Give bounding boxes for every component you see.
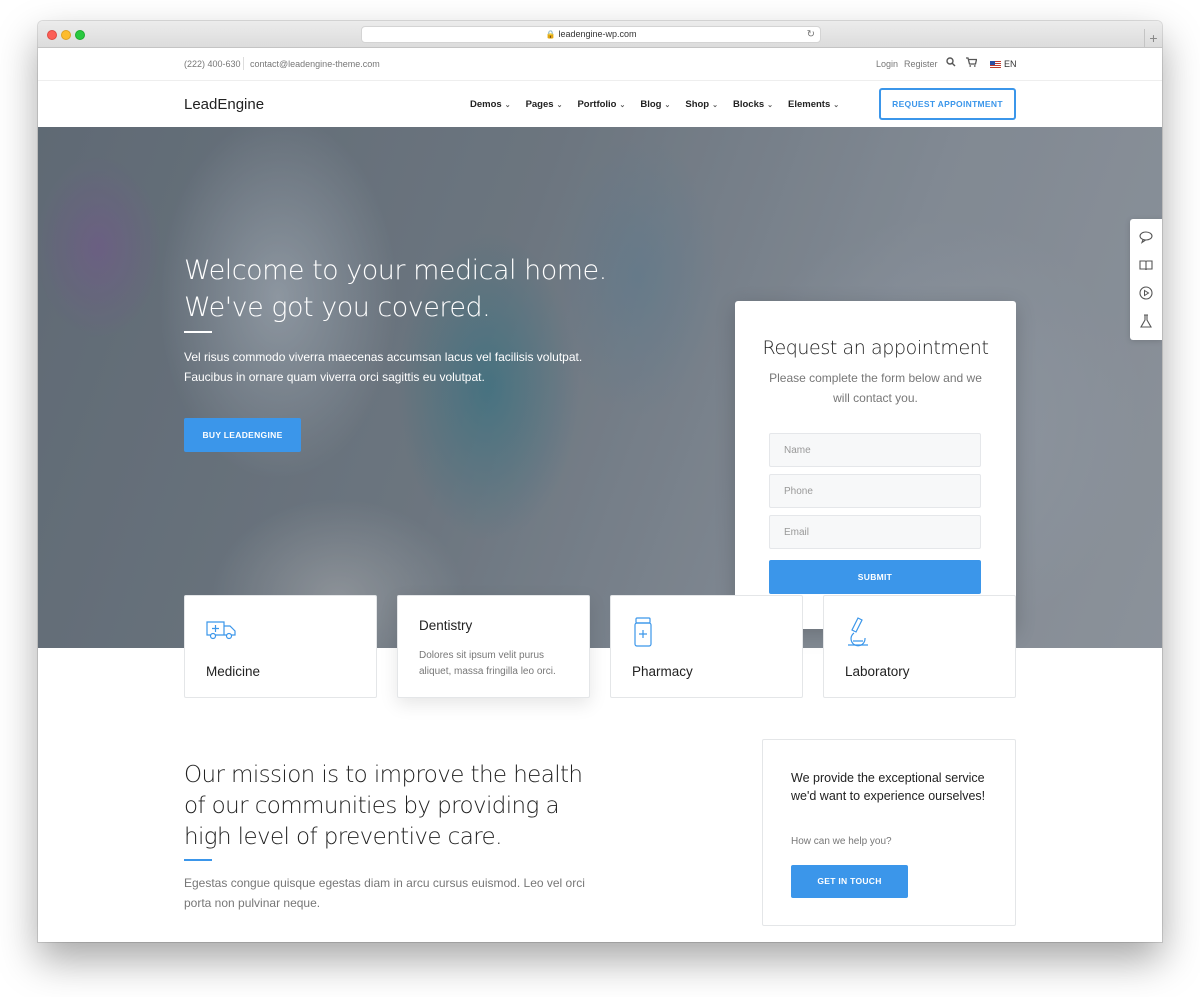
url-text: leadengine-wp.com — [558, 29, 637, 39]
hero-divider — [184, 331, 212, 333]
browser-titlebar: 🔒 leadengine-wp.com ↻ + — [38, 21, 1162, 48]
chevron-down-icon: ⌄ — [833, 101, 840, 109]
chevron-down-icon: ⌄ — [664, 101, 671, 109]
request-appointment-button[interactable]: REQUEST APPOINTMENT — [879, 88, 1016, 120]
buy-leadengine-button[interactable]: BUY LEADENGINE — [184, 418, 301, 452]
nav-item-demos[interactable]: Demos ⌄ — [470, 99, 511, 110]
phone-number: (222) 400-630 — [184, 59, 241, 69]
new-tab-button[interactable]: + — [1144, 29, 1162, 48]
form-title: Request an appointment — [762, 337, 989, 359]
reload-icon[interactable]: ↻ — [807, 27, 815, 42]
service-card-medicine[interactable]: Medicine — [184, 595, 377, 698]
service-card-pharmacy[interactable]: Pharmacy — [610, 595, 803, 698]
main-menu: Demos ⌄ Pages ⌄ Portfolio ⌄ Blog ⌄ Shop ⌄ Blo… — [470, 99, 854, 110]
zoom-window-button[interactable] — [75, 30, 85, 40]
mission-divider — [184, 859, 212, 861]
name-field[interactable] — [769, 433, 981, 467]
cta-title: We provide the exceptional service we'd … — [791, 771, 986, 803]
service-label: Medicine — [206, 664, 261, 679]
form-subtitle: Please complete the form below and we wi… — [769, 371, 982, 405]
nav-item-elements[interactable]: Elements ⌄ — [788, 99, 839, 110]
close-window-button[interactable] — [47, 30, 57, 40]
cart-icon[interactable] — [966, 57, 978, 69]
search-icon[interactable] — [946, 57, 956, 69]
lock-icon: 🔒 — [545, 30, 556, 39]
address-bar[interactable]: 🔒 leadengine-wp.com ↻ — [361, 26, 821, 43]
contact-email-link[interactable]: contact@leadengine-theme.com — [250, 59, 380, 69]
cta-subtitle: How can we help you? — [791, 836, 892, 847]
divider — [243, 57, 244, 70]
nav-item-portfolio[interactable]: Portfolio ⌄ — [577, 99, 625, 110]
get-in-touch-button[interactable]: GET IN TOUCH — [791, 865, 908, 898]
service-label: Dentistry — [419, 618, 473, 633]
nav-item-shop[interactable]: Shop ⌄ — [685, 99, 718, 110]
language-selector[interactable]: EN — [1004, 59, 1017, 69]
email-field[interactable] — [769, 515, 981, 549]
nav-item-blog[interactable]: Blog ⌄ — [640, 99, 670, 110]
play-icon[interactable] — [1138, 285, 1154, 301]
submit-button[interactable]: SUBMIT — [769, 560, 981, 594]
site-logo[interactable]: LeadEngine — [184, 96, 264, 113]
chevron-down-icon: ⌄ — [504, 101, 511, 109]
chat-icon[interactable] — [1138, 229, 1154, 245]
service-description: Dolores sit ipsum velit purus aliquet, m… — [419, 650, 556, 677]
medicine-bottle-icon — [631, 616, 655, 653]
hero-text: Vel risus commodo viverra maecenas accum… — [184, 350, 583, 384]
chevron-down-icon: ⌄ — [712, 101, 718, 109]
us-flag-icon[interactable] — [990, 61, 1001, 68]
mission-text: Egestas congue quisque egestas diam in a… — [184, 876, 585, 910]
service-card-laboratory[interactable]: Laboratory — [823, 595, 1016, 698]
service-label: Pharmacy — [632, 664, 693, 679]
service-label: Laboratory — [845, 664, 910, 679]
appointment-form-card: Request an appointment Please complete t… — [735, 301, 1016, 629]
top-contact-bar: (222) 400-630 contact@leadengine-theme.c… — [38, 48, 1162, 81]
chevron-down-icon: ⌄ — [767, 101, 774, 109]
chevron-down-icon: ⌄ — [619, 101, 626, 109]
chevron-down-icon: ⌄ — [556, 101, 563, 109]
browser-window: 🔒 leadengine-wp.com ↻ + (222) 400-630 con… — [38, 21, 1162, 942]
phone-field[interactable] — [769, 474, 981, 508]
minimize-window-button[interactable] — [61, 30, 71, 40]
cta-card: We provide the exceptional service we'd … — [762, 739, 1016, 926]
hero-title: Welcome to your medical home. We've got … — [184, 255, 607, 323]
microscope-icon — [844, 616, 872, 653]
book-icon[interactable] — [1138, 257, 1154, 273]
nav-item-pages[interactable]: Pages ⌄ — [526, 99, 563, 110]
mission-heading: Our mission is to improve the health of … — [184, 762, 583, 850]
register-link[interactable]: Register — [904, 59, 938, 69]
hero-section: Welcome to your medical home. We've got … — [38, 127, 1162, 648]
main-navbar: LeadEngine Demos ⌄ Pages ⌄ Portfolio ⌄ Blog… — [38, 81, 1162, 128]
side-toolbar — [1130, 219, 1162, 340]
ambulance-icon — [205, 616, 237, 645]
login-link[interactable]: Login — [876, 59, 898, 69]
nav-item-blocks[interactable]: Blocks ⌄ — [733, 99, 773, 110]
service-card-dentistry[interactable]: Dentistry Dolores sit ipsum velit purus … — [397, 595, 590, 698]
flask-icon[interactable] — [1138, 313, 1154, 329]
